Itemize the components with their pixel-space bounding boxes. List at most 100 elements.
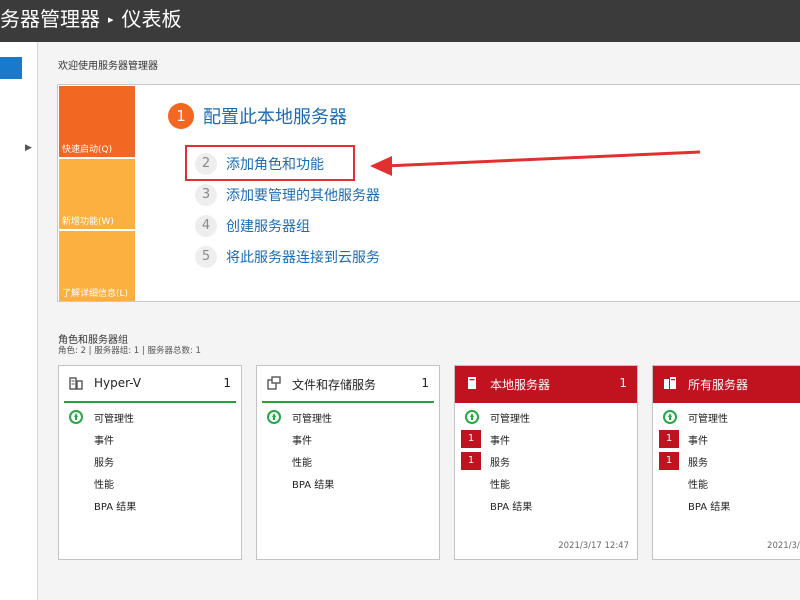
tile-header[interactable]: 文件和存储服务 1 bbox=[262, 366, 434, 403]
up-arrow-circle-icon bbox=[69, 410, 83, 424]
tile-title: Hyper-V bbox=[94, 376, 142, 390]
row-label: 事件 bbox=[292, 436, 312, 447]
up-arrow-circle-icon bbox=[465, 410, 479, 424]
tab-whats-new[interactable]: 新增功能(W) bbox=[59, 159, 135, 229]
tile-title: 文件和存储服务 bbox=[292, 378, 377, 392]
tile-header[interactable]: 所有服务器 1 bbox=[653, 366, 800, 403]
row-label: 可管理性 bbox=[94, 414, 134, 425]
server-icon bbox=[468, 377, 476, 389]
tab-quick-start[interactable]: 快速启动(Q) bbox=[59, 86, 135, 157]
step-number-badge: 4 bbox=[195, 215, 217, 237]
step-number-badge: 3 bbox=[195, 184, 217, 206]
tile-row-services[interactable]: 服务 bbox=[59, 451, 241, 471]
tab-learn-more[interactable]: 了解详细信息(L) bbox=[59, 231, 135, 301]
tile-timestamp: 2021/3/17 12:47 bbox=[558, 541, 629, 551]
tile-count: 1 bbox=[619, 376, 627, 390]
tile-row-events[interactable]: 事件 bbox=[257, 429, 439, 449]
row-label: 性能 bbox=[94, 480, 114, 491]
row-label: 服务 bbox=[94, 458, 114, 469]
role-tile-file-storage[interactable]: 文件和存储服务 1 可管理性 事件 性能 BPA 结果 bbox=[256, 365, 440, 560]
tile-row-bpa[interactable]: BPA 结果 bbox=[653, 495, 800, 515]
tile-title: 本地服务器 bbox=[490, 378, 551, 392]
step-number-badge: 1 bbox=[168, 103, 194, 129]
breadcrumb-separator-icon: ▸ bbox=[108, 13, 114, 26]
server-group-icon bbox=[664, 377, 676, 389]
alert-count-badge: 1 bbox=[461, 452, 481, 470]
tile-row-manageability[interactable]: 可管理性 bbox=[455, 407, 637, 427]
tile-row-manageability[interactable]: 可管理性 bbox=[653, 407, 800, 427]
file-storage-icon bbox=[267, 376, 281, 390]
row-label: BPA 结果 bbox=[490, 502, 533, 513]
tile-row-bpa[interactable]: BPA 结果 bbox=[59, 495, 241, 515]
breadcrumb-app[interactable]: 务器管理器 bbox=[0, 7, 100, 31]
step-create-server-group[interactable]: 4 创建服务器组 bbox=[195, 215, 310, 237]
alert-count-badge: 1 bbox=[659, 430, 679, 448]
tile-title: 所有服务器 bbox=[688, 378, 749, 392]
tile-row-performance[interactable]: 性能 bbox=[257, 451, 439, 471]
tile-row-events[interactable]: 1 事件 bbox=[653, 429, 800, 449]
role-tile-local-server[interactable]: 本地服务器 1 可管理性 1 事件 1 服务 性能 BPA 结果 2021/3/17… bbox=[454, 365, 638, 560]
sidebar: ▶ bbox=[0, 42, 38, 600]
tile-row-performance[interactable]: 性能 bbox=[59, 473, 241, 493]
step-link[interactable]: 添加角色和功能 bbox=[226, 154, 324, 174]
step-link[interactable]: 配置此本地服务器 bbox=[203, 103, 347, 129]
title-bar: 务器管理器 ▸ 仪表板 bbox=[0, 0, 800, 42]
row-label: 事件 bbox=[94, 436, 114, 447]
step-add-roles-features[interactable]: 2 添加角色和功能 bbox=[195, 153, 324, 175]
row-label: 可管理性 bbox=[292, 414, 332, 425]
step-add-servers[interactable]: 3 添加要管理的其他服务器 bbox=[195, 184, 380, 206]
step-link[interactable]: 将此服务器连接到云服务 bbox=[226, 247, 380, 267]
tile-count: 1 bbox=[223, 376, 231, 390]
tile-row-manageability[interactable]: 可管理性 bbox=[257, 407, 439, 427]
role-tile-hyperv[interactable]: Hyper-V 1 可管理性 事件 服务 性能 BPA 结果 bbox=[58, 365, 242, 560]
tile-count: 1 bbox=[421, 376, 429, 390]
up-arrow-circle-icon bbox=[267, 410, 281, 424]
step-number-badge: 5 bbox=[195, 246, 217, 268]
breadcrumb-page: 仪表板 bbox=[121, 7, 182, 31]
tile-header[interactable]: 本地服务器 1 bbox=[455, 366, 637, 403]
row-label: 可管理性 bbox=[490, 414, 530, 425]
row-label: BPA 结果 bbox=[688, 502, 731, 513]
tile-row-performance[interactable]: 性能 bbox=[455, 473, 637, 493]
alert-count-badge: 1 bbox=[461, 430, 481, 448]
roles-summary: 角色: 2 | 服务器组: 1 | 服务器总数: 1 bbox=[58, 346, 201, 356]
step-link[interactable]: 添加要管理的其他服务器 bbox=[226, 185, 380, 205]
row-label: 事件 bbox=[688, 436, 708, 447]
up-arrow-circle-icon bbox=[663, 410, 677, 424]
alert-count-badge: 1 bbox=[659, 452, 679, 470]
tile-row-services[interactable]: 1 服务 bbox=[653, 451, 800, 471]
tab-quick-start-label: 快速启动(Q) bbox=[62, 145, 113, 155]
server-role-icon bbox=[69, 377, 83, 390]
tile-header[interactable]: Hyper-V 1 bbox=[64, 366, 236, 403]
tile-row-bpa[interactable]: BPA 结果 bbox=[455, 495, 637, 515]
step-link[interactable]: 创建服务器组 bbox=[226, 216, 310, 236]
breadcrumb: 务器管理器 ▸ 仪表板 bbox=[0, 6, 182, 36]
row-label: 可管理性 bbox=[688, 414, 728, 425]
tile-row-services[interactable]: 1 服务 bbox=[455, 451, 637, 471]
step-number-badge: 2 bbox=[195, 153, 217, 175]
row-label: 性能 bbox=[490, 480, 510, 491]
welcome-heading: 欢迎使用服务器管理器 bbox=[58, 61, 158, 72]
tile-row-events[interactable]: 事件 bbox=[59, 429, 241, 449]
tile-timestamp: 2021/3/17 12: bbox=[767, 541, 800, 551]
row-label: BPA 结果 bbox=[94, 502, 137, 513]
tile-row-bpa[interactable]: BPA 结果 bbox=[257, 473, 439, 493]
expand-arrow-icon[interactable]: ▶ bbox=[25, 143, 32, 153]
step-connect-cloud[interactable]: 5 将此服务器连接到云服务 bbox=[195, 246, 380, 268]
row-label: 性能 bbox=[688, 480, 708, 491]
row-label: 服务 bbox=[490, 458, 510, 469]
dashboard-main: 欢迎使用服务器管理器 快速启动(Q) 新增功能(W) 了解详细信息(L) 1 配… bbox=[38, 42, 800, 600]
tile-row-events[interactable]: 1 事件 bbox=[455, 429, 637, 449]
tab-whats-new-label: 新增功能(W) bbox=[62, 217, 114, 227]
row-label: 服务 bbox=[688, 458, 708, 469]
row-label: 性能 bbox=[292, 458, 312, 469]
tab-learn-more-label: 了解详细信息(L) bbox=[62, 289, 129, 299]
welcome-panel: 快速启动(Q) 新增功能(W) 了解详细信息(L) 1 配置此本地服务器 2 添… bbox=[57, 84, 800, 302]
row-label: 事件 bbox=[490, 436, 510, 447]
role-tile-all-servers[interactable]: 所有服务器 1 可管理性 1 事件 1 服务 性能 BPA 结果 2021/3/17… bbox=[652, 365, 800, 560]
step-configure-local-server[interactable]: 1 配置此本地服务器 bbox=[168, 103, 347, 129]
tile-row-performance[interactable]: 性能 bbox=[653, 473, 800, 493]
sidebar-item-dashboard[interactable] bbox=[0, 57, 22, 79]
tile-row-manageability[interactable]: 可管理性 bbox=[59, 407, 241, 427]
row-label: BPA 结果 bbox=[292, 480, 335, 491]
